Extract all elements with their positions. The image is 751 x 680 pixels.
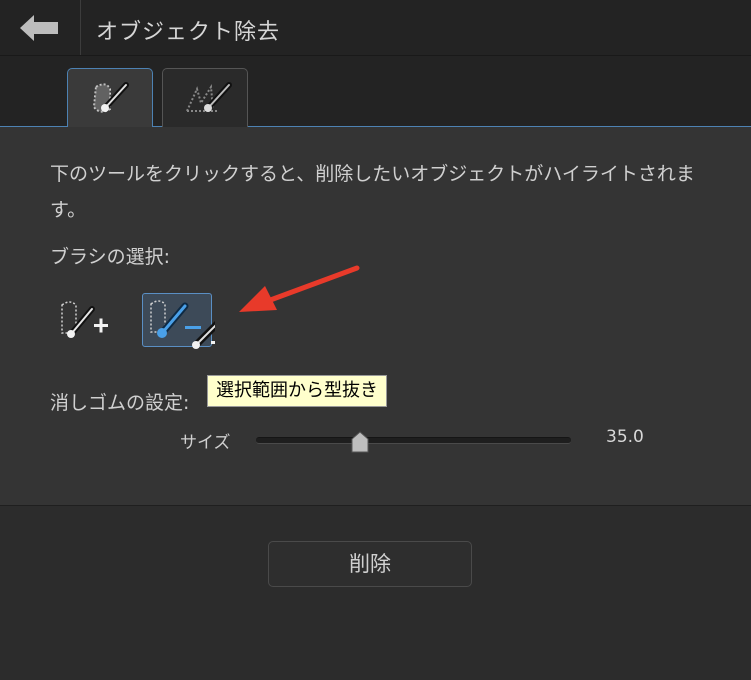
page-title: オブジェクト除去 [96, 20, 281, 45]
delete-button[interactable]: 削除 [268, 541, 472, 587]
eraser-settings-label: 消しゴムの設定: [50, 392, 190, 414]
line-brush-icon [186, 82, 232, 112]
header: オブジェクト除去 [0, 0, 751, 56]
brush-select-label: ブラシの選択: [50, 246, 171, 268]
size-slider-thumb[interactable] [351, 431, 369, 453]
red-arrow-icon [239, 265, 360, 312]
brush-subtract-icon [150, 300, 215, 349]
back-button[interactable] [0, 0, 81, 55]
size-value: 35.0 [606, 427, 644, 447]
brush-subtract-button[interactable] [142, 293, 215, 349]
back-arrow-icon[interactable] [20, 15, 60, 41]
tab-brush-selection[interactable] [67, 68, 153, 128]
tab-bar [0, 56, 751, 128]
description-text: 下のツールをクリックすると、削除したいオブジェクトがハイライトされます。 [50, 163, 695, 221]
size-slider-track[interactable] [256, 437, 571, 444]
tooltip: 選択範囲から型抜き [207, 375, 387, 407]
size-label: サイズ [180, 433, 231, 453]
brush-add-icon [61, 301, 108, 338]
brush-selection-icon [92, 82, 129, 113]
tab-line-brush[interactable] [162, 68, 248, 127]
brush-add-button[interactable] [56, 295, 112, 345]
